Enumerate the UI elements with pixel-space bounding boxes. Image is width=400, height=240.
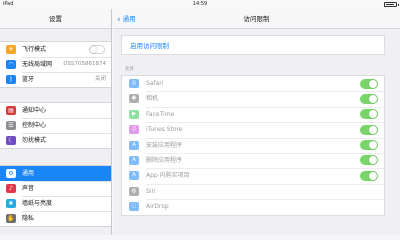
sidebar-item-label: 蓝牙 — [22, 76, 35, 83]
list-item-itunes-store[interactable]: ♫ iTunes Store — [122, 122, 384, 137]
list-item-label: 安装应用程序 — [146, 141, 183, 149]
sidebar-item-airplane-mode[interactable]: ✈ 飞行模式 — [0, 42, 111, 57]
list-item-in-app-purchases[interactable]: A App 内购买项目 — [122, 168, 384, 183]
itunes-icon: ♫ — [129, 125, 139, 135]
facetime-icon: ▶ — [129, 109, 139, 119]
sidebar-item-bluetooth[interactable]: ᛒ 蓝牙 关闭 — [0, 72, 111, 87]
siri-icon: ◍ — [129, 186, 139, 196]
do-not-disturb-icon: ☾ — [6, 136, 16, 145]
wifi-network-name: DSS705861874 — [63, 61, 106, 67]
list-item-label: FaceTime — [146, 110, 175, 118]
sidebar-group-device: ⚙ 通用 ♪ 声音 ❀ 墙纸与亮度 ✋ 隐私 — [0, 165, 111, 227]
sidebar-item-label: 墙纸与亮度 — [22, 200, 53, 207]
list-item-label: Safari — [146, 80, 164, 87]
itunes-store-toggle[interactable] — [360, 124, 378, 135]
allow-list: ◎ Safari ◉ 相机 ▶ FaceTime ♫ iTunes Store … — [121, 75, 385, 216]
facetime-toggle[interactable] — [360, 109, 378, 120]
list-item-label: App 内购买项目 — [146, 172, 190, 180]
sound-icon: ♪ — [6, 184, 16, 193]
battery-icon — [384, 2, 399, 7]
sidebar-item-notification-center[interactable]: ▤ 通知中心 — [0, 103, 111, 118]
wallpaper-icon: ❀ — [6, 199, 16, 208]
nav-bar: ‹ 通用 访问限制 — [113, 9, 400, 29]
wifi-icon: ◠ — [6, 60, 16, 69]
install-apps-toggle[interactable] — [360, 140, 378, 151]
privacy-icon: ✋ — [6, 214, 16, 223]
control-center-icon: ☰ — [6, 121, 16, 130]
safari-icon: ◎ — [129, 79, 139, 88]
airplane-mode-toggle[interactable] — [89, 45, 105, 54]
airplane-icon: ✈ — [6, 45, 16, 54]
enable-restrictions-button[interactable]: 启用访问限制 — [121, 35, 385, 55]
settings-sidebar: 设置 ✈ 飞行模式 ◠ 无线局域网 DSS705861874 ᛒ 蓝牙 关闭 ▤… — [0, 9, 112, 235]
restrictions-pane: ‹ 通用 访问限制 启用访问限制 允许 ◎ Safari ◉ 相机 ▶ FaceT… — [113, 9, 400, 235]
list-item-label: 相机 — [146, 95, 159, 103]
list-item-label: 删除应用程序 — [146, 156, 183, 164]
sidebar-item-label: 无线局域网 — [22, 61, 53, 68]
notification-icon: ▤ — [6, 106, 16, 115]
list-item-camera[interactable]: ◉ 相机 — [122, 91, 384, 106]
sidebar-item-sounds[interactable]: ♪ 声音 — [0, 181, 111, 196]
bluetooth-icon: ᛒ — [6, 75, 16, 84]
sidebar-item-privacy[interactable]: ✋ 隐私 — [0, 211, 111, 226]
sidebar-group-notifications: ▤ 通知中心 ☰ 控制中心 ☾ 勿扰模式 — [0, 102, 111, 149]
sidebar-item-label: 隐私 — [22, 215, 35, 222]
allow-section-header: 允许 — [125, 67, 134, 72]
in-app-purchase-icon: A — [129, 171, 139, 181]
sidebar-item-label: 控制中心 — [22, 122, 47, 129]
delete-apps-toggle[interactable] — [360, 155, 378, 166]
airdrop-icon: ◌ — [129, 202, 139, 212]
list-item-install-apps[interactable]: A 安装应用程序 — [122, 137, 384, 153]
sidebar-item-label: 声音 — [22, 185, 35, 192]
list-item-label: iTunes Store — [146, 126, 183, 134]
status-bar: iPad 14:59 — [0, 0, 400, 9]
list-item-label: AirDrop — [146, 203, 169, 211]
in-app-purchases-toggle[interactable] — [360, 170, 378, 181]
list-item-airdrop[interactable]: ◌ AirDrop — [122, 199, 384, 214]
camera-toggle[interactable] — [360, 93, 378, 104]
gear-icon: ⚙ — [6, 169, 16, 178]
clock: 14:59 — [192, 1, 208, 7]
sidebar-item-label: 通用 — [22, 170, 35, 177]
enable-restrictions-label: 启用访问限制 — [130, 42, 169, 50]
list-item-label: Siri — [146, 187, 156, 195]
sidebar-item-general[interactable]: ⚙ 通用 — [0, 166, 111, 181]
delete-app-icon: A — [129, 155, 139, 165]
sidebar-item-label: 飞行模式 — [22, 46, 47, 53]
bluetooth-status: 关闭 — [94, 76, 106, 82]
list-item-delete-apps[interactable]: A 删除应用程序 — [122, 152, 384, 168]
list-item-safari[interactable]: ◎ Safari — [122, 76, 384, 91]
sidebar-item-wifi[interactable]: ◠ 无线局域网 DSS705861874 — [0, 57, 111, 72]
list-item-facetime[interactable]: ▶ FaceTime — [122, 106, 384, 122]
list-item-siri[interactable]: ◍ Siri — [122, 183, 384, 199]
sidebar-title: 设置 — [0, 9, 111, 29]
sidebar-item-do-not-disturb[interactable]: ☾ 勿扰模式 — [0, 133, 111, 148]
page-title: 访问限制 — [243, 15, 270, 23]
safari-toggle[interactable] — [360, 78, 378, 89]
sidebar-item-label: 通知中心 — [22, 107, 47, 114]
sidebar-item-wallpaper[interactable]: ❀ 墙纸与亮度 — [0, 196, 111, 211]
camera-icon: ◉ — [129, 94, 139, 104]
app-store-icon: A — [129, 140, 139, 150]
sidebar-item-control-center[interactable]: ☰ 控制中心 — [0, 118, 111, 133]
sidebar-group-connectivity: ✈ 飞行模式 ◠ 无线局域网 DSS705861874 ᛒ 蓝牙 关闭 — [0, 41, 111, 88]
sidebar-item-label: 勿扰模式 — [22, 137, 47, 144]
